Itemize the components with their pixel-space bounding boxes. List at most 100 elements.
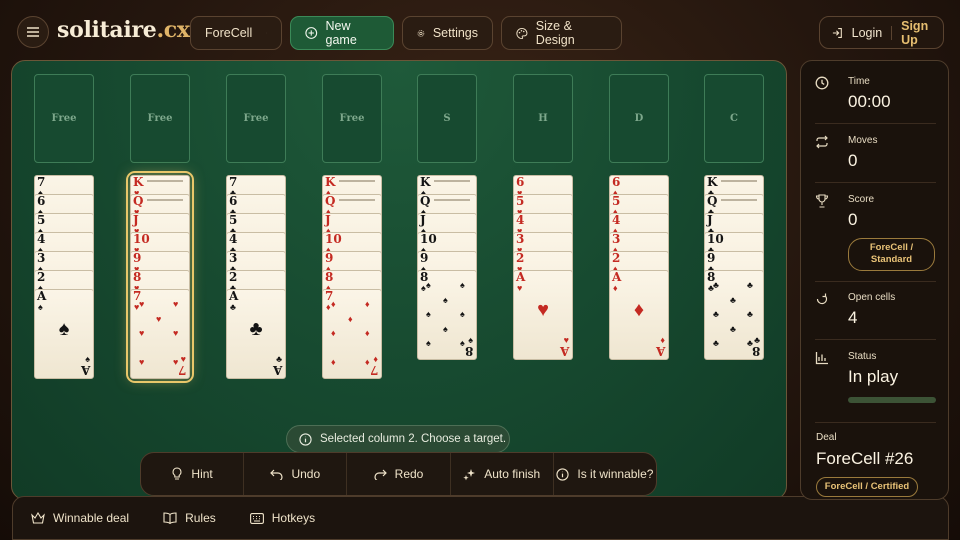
card-edge — [339, 180, 375, 182]
card-pips: ♥ ♥ ♥ ♥ ♥ ♥ ♥ — [139, 300, 179, 367]
site-logo[interactable]: solitaire.cx — [57, 17, 190, 43]
card-pip: ♣ — [713, 338, 719, 348]
moves-value: 0 — [848, 151, 858, 170]
hint-button[interactable]: Hint — [141, 453, 245, 495]
tableau-column-6[interactable]: 6 ♥ 5 ♥ 4 ♥ 3 ♥ 2 ♥ A ♥ A ♥ ♥ — [513, 175, 573, 360]
card-edge — [147, 180, 183, 182]
status-progress-bar — [848, 397, 936, 403]
status-value: In play — [848, 367, 899, 386]
free-cell-1[interactable]: Free — [34, 74, 94, 163]
card-pip: ♣ — [747, 309, 753, 319]
plus-circle-icon — [305, 27, 318, 39]
undo-icon — [270, 469, 284, 480]
deal-badge: ForeCell / Certified — [816, 477, 918, 497]
card-pip: ♠ — [426, 280, 431, 290]
foundation-8[interactable]: C — [704, 74, 764, 163]
variant-select[interactable]: ForeCell — [190, 16, 282, 50]
signup-link[interactable]: Sign Up — [901, 19, 943, 47]
card-pip: ♣ — [730, 294, 736, 305]
deal-value: ForeCell #26 — [816, 449, 914, 468]
tableau-column-5[interactable]: K ♠ Q ♠ J ♠ 10 ♠ 9 ♠ 8 ♠ 8 ♠ ♠ ♠ ♠ ♠ ♠ ♠ ♠ ♠ — [417, 175, 477, 360]
tableau-column-1[interactable]: 7 ♠ 6 ♠ 5 ♠ 4 ♠ 3 ♠ 2 ♠ A ♠ A ♠ ♠ — [34, 175, 94, 379]
card-pip: ♣ — [713, 280, 719, 290]
playing-card[interactable]: A ♦ A ♦ ♦ — [609, 270, 669, 360]
card-suit-bottom: ♠ — [468, 335, 473, 345]
foundation-6[interactable]: H — [513, 74, 573, 163]
card-rank-bottom: 7 — [369, 363, 378, 377]
tableau-column-7[interactable]: 6 ♦ 5 ♦ 4 ♦ 3 ♦ 2 ♦ A ♦ A ♦ ♦ — [609, 175, 669, 360]
playing-card[interactable]: A ♣ A ♣ ♣ — [226, 289, 286, 379]
tableau-column-2[interactable]: K ♥ Q ♥ J ♥ 10 ♥ 9 ♥ 8 ♥ 7 ♥ 7 ♥ ♥ ♥ ♥ ♥ ♥ ♥ ♥ — [126, 171, 194, 383]
undo-button[interactable]: Undo — [244, 453, 348, 495]
playing-card[interactable]: 8 ♠ 8 ♠ ♠ ♠ ♠ ♠ ♠ ♠ ♠ ♠ — [417, 270, 477, 360]
card-suit: ♦ — [326, 302, 331, 312]
tableau-column-8[interactable]: K ♣ Q ♣ J ♣ 10 ♣ 9 ♣ 8 ♣ 8 ♣ ♣ ♣ ♣ ♣ ♣ ♣ ♣ ♣ — [704, 175, 764, 360]
card-pip: ♥ — [173, 299, 179, 309]
chevron-down-icon — [266, 32, 267, 34]
palette-icon — [516, 27, 528, 39]
repeat-icon — [816, 135, 828, 149]
divider — [815, 281, 936, 282]
card-suit: ♦ — [613, 283, 618, 293]
card-pip: ♠ — [460, 309, 465, 319]
hotkeys-link[interactable]: Hotkeys — [249, 511, 315, 525]
foundation-5[interactable]: S — [417, 74, 477, 163]
card-edge — [721, 180, 757, 182]
open-cells-value: 4 — [848, 308, 858, 327]
score-mode-badge: ForeCell / Standard — [848, 238, 935, 271]
rules-link[interactable]: Rules — [163, 511, 216, 525]
score-value: 0 — [848, 210, 858, 229]
auto-finish-button[interactable]: Auto finish — [451, 453, 554, 495]
divider — [891, 25, 893, 40]
playing-card[interactable]: 7 ♥ 7 ♥ ♥ ♥ ♥ ♥ ♥ ♥ ♥ — [130, 289, 190, 379]
winnable-button[interactable]: Is it winnable? — [554, 453, 656, 495]
bottom-bar: Winnable deal Rules Hotkeys — [12, 496, 949, 540]
winnable-deal-link[interactable]: Winnable deal — [31, 511, 129, 525]
variant-select-value: ForeCell — [205, 26, 253, 40]
foundation-7[interactable]: D — [609, 74, 669, 163]
card-pip: ♦ — [365, 357, 370, 367]
playing-card[interactable]: 8 ♣ 8 ♣ ♣ ♣ ♣ ♣ ♣ ♣ ♣ ♣ — [704, 270, 764, 360]
card-pips: ♣ ♣ ♣ ♣ ♣ ♣ ♣ ♣ — [713, 281, 753, 348]
card-pip: ♦ — [331, 299, 336, 309]
tableau-column-4[interactable]: K ♦ Q ♦ J ♦ 10 ♦ 9 ♦ 8 ♦ 7 ♦ 7 ♦ ♦ ♦ ♦ ♦ ♦ ♦ ♦ — [322, 175, 382, 379]
bar-chart-icon — [815, 352, 828, 365]
size-design-button[interactable]: Size & Design — [501, 16, 622, 50]
card-pip: ♠ — [460, 280, 465, 290]
refresh-icon — [816, 293, 828, 305]
card-center-suit: ♥ — [537, 299, 549, 321]
settings-button[interactable]: Settings — [402, 16, 493, 50]
playing-card[interactable]: A ♥ A ♥ ♥ — [513, 270, 573, 360]
redo-button[interactable]: Redo — [347, 453, 451, 495]
free-cell-4[interactable]: Free — [322, 74, 382, 163]
divider — [815, 123, 936, 124]
crown-icon — [31, 512, 45, 524]
playing-card[interactable]: 7 ♦ 7 ♦ ♦ ♦ ♦ ♦ ♦ ♦ ♦ — [322, 289, 382, 379]
card-edge — [147, 199, 183, 201]
lightbulb-icon — [172, 467, 182, 480]
card-pip: ♥ — [139, 357, 145, 367]
action-bar: Hint Undo Redo Auto finish Is it winnabl… — [140, 452, 657, 496]
time-value: 00:00 — [848, 92, 891, 111]
divider — [815, 422, 936, 423]
new-game-button[interactable]: New game — [290, 16, 394, 50]
card-center-suit: ♦ — [633, 299, 645, 321]
card-pip: ♥ — [173, 328, 179, 338]
stats-panel: Time 00:00 Moves 0 Score 0 ForeCell / St… — [800, 60, 949, 500]
trophy-icon — [815, 194, 829, 208]
card-pip: ♥ — [156, 313, 162, 324]
free-cell-2[interactable]: Free — [130, 74, 190, 163]
tableau-column-3[interactable]: 7 ♣ 6 ♣ 5 ♣ 4 ♣ 3 ♣ 2 ♣ A ♣ A ♣ ♣ — [226, 175, 286, 379]
card-suit: ♣ — [230, 302, 236, 312]
keyboard-icon — [249, 512, 264, 524]
card-pip: ♦ — [365, 299, 370, 309]
status-toast: Selected column 2. Choose a target. — [286, 425, 510, 453]
login-link[interactable]: Login — [852, 26, 883, 40]
login-icon — [832, 27, 842, 38]
playing-card[interactable]: A ♠ A ♠ ♠ — [34, 289, 94, 379]
card-pip: ♥ — [139, 328, 145, 338]
card-pip: ♣ — [730, 323, 736, 334]
menu-button[interactable] — [17, 16, 49, 48]
free-cell-3[interactable]: Free — [226, 74, 286, 163]
card-suit: ♥ — [517, 283, 523, 293]
